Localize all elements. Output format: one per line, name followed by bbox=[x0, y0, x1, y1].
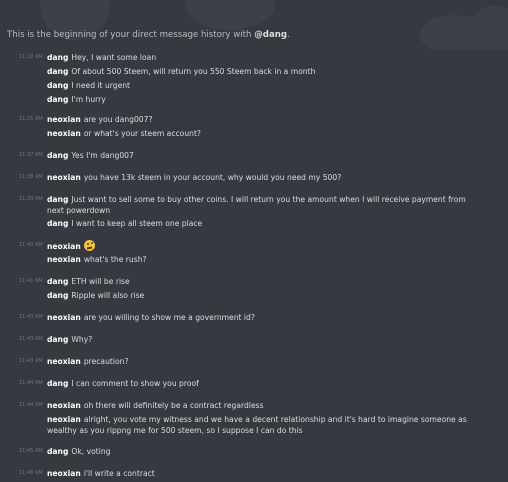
message-timestamp: 11:37 AM bbox=[19, 152, 43, 158]
decorative-cloud bbox=[185, 0, 275, 30]
message-text: Why? bbox=[71, 335, 93, 344]
message-author[interactable]: dang bbox=[47, 151, 68, 160]
message-row[interactable]: dang I want to keep all steem one place bbox=[0, 218, 508, 232]
message-author[interactable]: dang bbox=[47, 81, 68, 90]
message-text: I can comment to show you proof bbox=[71, 379, 199, 388]
message-timestamp: 11:46 AM bbox=[19, 470, 43, 476]
message-group: 11:41 AM dang ETH will be rise dang Ripple… bbox=[0, 276, 508, 304]
message-timestamp: 11:39 AM bbox=[19, 196, 43, 202]
message-group: 11:31 AM neoxian are you dang007? neoxian… bbox=[0, 114, 508, 142]
channel-header: This is the beginning of your direct mes… bbox=[0, 0, 508, 50]
message-row[interactable]: 11:39 AM dang Just want to sell some to b… bbox=[0, 194, 508, 218]
message-author[interactable]: dang bbox=[47, 219, 68, 228]
message-text: I want to keep all steem one place bbox=[71, 219, 203, 228]
message-text: Ripple will also rise bbox=[71, 291, 145, 300]
message-text: precaution? bbox=[83, 357, 129, 366]
message-author[interactable]: dang bbox=[47, 335, 68, 344]
message-row[interactable]: dang Of about 500 Steem, will return you … bbox=[0, 66, 508, 80]
message-timestamp: 11:44 AM bbox=[19, 380, 43, 386]
message-author[interactable]: neoxian bbox=[47, 313, 81, 322]
message-log: 11:20 AM dang Hey, I want some loan dang O… bbox=[0, 50, 508, 482]
message-text: Yes I'm dang007 bbox=[71, 151, 134, 160]
message-text: you have 13k steem in your account, why … bbox=[83, 173, 342, 182]
message-author[interactable]: neoxian bbox=[47, 469, 81, 478]
message-text: or what's your steem account? bbox=[83, 129, 201, 138]
message-row[interactable]: dang I'm hurry bbox=[0, 94, 508, 108]
message-author[interactable]: neoxian bbox=[47, 357, 81, 366]
message-row[interactable]: dang I need it urgent bbox=[0, 80, 508, 94]
message-text: Just want to sell some to buy other coin… bbox=[47, 195, 466, 215]
message-author[interactable]: neoxian bbox=[47, 129, 81, 138]
message-text: I'm hurry bbox=[71, 95, 106, 104]
message-author[interactable]: dang bbox=[47, 291, 68, 300]
message-row[interactable]: 11:37 AM dang Yes I'm dang007 bbox=[0, 150, 508, 164]
message-author[interactable]: neoxian bbox=[47, 415, 81, 424]
message-row[interactable]: neoxian or what's your steem account? bbox=[0, 128, 508, 142]
message-author[interactable]: dang bbox=[47, 53, 68, 62]
message-timestamp: 11:38 AM bbox=[19, 174, 43, 180]
message-row[interactable]: 11:31 AM neoxian are you dang007? bbox=[0, 114, 508, 128]
message-group: 11:20 AM dang Hey, I want some loan dang O… bbox=[0, 52, 508, 108]
message-timestamp: 11:43 AM bbox=[19, 336, 43, 342]
message-row[interactable]: 11:44 AM neoxian oh there will definitely… bbox=[0, 400, 508, 414]
message-author[interactable]: dang bbox=[47, 277, 68, 286]
decorative-cloud bbox=[470, 5, 508, 50]
message-row[interactable]: 11:43 AM neoxian precaution? bbox=[0, 356, 508, 370]
message-row[interactable]: neoxian alright, you vote my witness and … bbox=[0, 414, 508, 438]
message-row[interactable]: dang Ripple will also rise bbox=[0, 290, 508, 304]
message-author[interactable]: neoxian bbox=[47, 115, 81, 124]
thinking-face-emoji[interactable] bbox=[83, 240, 95, 251]
message-timestamp: 11:31 AM bbox=[19, 116, 43, 122]
dm-history-start-text: This is the beginning of your direct mes… bbox=[7, 30, 290, 40]
message-row[interactable]: neoxian what's the rush? bbox=[0, 254, 508, 268]
message-row[interactable]: 11:20 AM dang Hey, I want some loan bbox=[0, 52, 508, 66]
message-row[interactable]: 11:45 AM dang Ok, voting bbox=[0, 446, 508, 460]
message-author[interactable]: neoxian bbox=[47, 242, 81, 251]
message-text: oh there will definitely be a contract r… bbox=[83, 401, 264, 410]
message-timestamp: 11:43 AM bbox=[19, 314, 43, 320]
message-timestamp: 11:44 AM bbox=[19, 402, 43, 408]
message-row[interactable]: 11:40 AM neoxian bbox=[0, 240, 508, 254]
message-text: are you willing to show me a government … bbox=[83, 313, 255, 322]
message-author[interactable]: neoxian bbox=[47, 401, 81, 410]
message-author[interactable]: dang bbox=[47, 195, 68, 204]
dm-partner-handle: @dang bbox=[254, 30, 288, 40]
message-author[interactable]: dang bbox=[47, 447, 68, 456]
message-text: alright, you vote my witness and we have… bbox=[47, 415, 467, 435]
message-text: I need it urgent bbox=[71, 81, 131, 90]
message-timestamp: 11:41 AM bbox=[19, 278, 43, 284]
message-text: i'll write a contract bbox=[83, 469, 155, 478]
message-author[interactable]: neoxian bbox=[47, 173, 81, 182]
message-text: Of about 500 Steem, will return you 550 … bbox=[71, 67, 316, 76]
message-timestamp: 11:45 AM bbox=[19, 448, 43, 454]
message-row[interactable]: 11:43 AM neoxian are you willing to show … bbox=[0, 312, 508, 326]
message-author[interactable]: neoxian bbox=[47, 255, 81, 264]
message-row[interactable]: 11:44 AM dang I can comment to show you p… bbox=[0, 378, 508, 392]
dm-history-prefix: This is the beginning of your direct mes… bbox=[7, 30, 252, 40]
message-group: 11:40 AM neoxian neoxian what's the rush? bbox=[0, 240, 508, 268]
message-row[interactable]: 11:38 AM neoxian you have 13k steem in yo… bbox=[0, 172, 508, 186]
message-text: Ok, voting bbox=[71, 447, 111, 456]
message-text: are you dang007? bbox=[83, 115, 153, 124]
message-row[interactable]: 11:43 AM dang Why? bbox=[0, 334, 508, 348]
message-text: Hey, I want some loan bbox=[71, 53, 157, 62]
message-text: ETH will be rise bbox=[71, 277, 130, 286]
punct: . bbox=[287, 30, 290, 40]
message-author[interactable]: dang bbox=[47, 95, 68, 104]
message-group: 11:39 AM dang Just want to sell some to b… bbox=[0, 194, 508, 232]
message-group: 11:44 AM neoxian oh there will definitely… bbox=[0, 400, 508, 438]
message-timestamp: 11:40 AM bbox=[19, 242, 43, 248]
message-timestamp: 11:20 AM bbox=[19, 54, 43, 60]
message-text: what's the rush? bbox=[83, 255, 147, 264]
message-author[interactable]: dang bbox=[47, 67, 68, 76]
message-timestamp: 11:43 AM bbox=[19, 358, 43, 364]
message-row[interactable]: 11:41 AM dang ETH will be rise bbox=[0, 276, 508, 290]
message-author[interactable]: dang bbox=[47, 379, 68, 388]
